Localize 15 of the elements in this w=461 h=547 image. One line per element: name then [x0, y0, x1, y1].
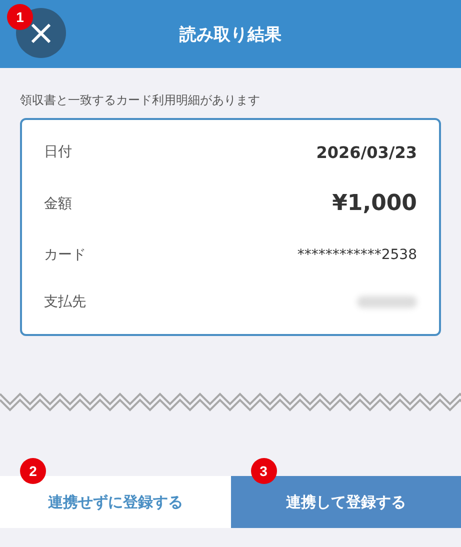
register-without-link-button[interactable]: 連携せずに登録する [0, 476, 230, 528]
step-marker: 1 [7, 4, 33, 30]
link-register-button[interactable]: 連携して登録する [230, 476, 461, 528]
detail-value: ************2538 [297, 246, 417, 263]
detail-label: 支払先 [44, 293, 86, 312]
match-message: 領収書と一致するカード利用明細があります [19, 92, 261, 109]
detail-label: 金額 [44, 194, 72, 213]
detail-value: 2026/03/23 [316, 142, 417, 162]
screen-title: 読み取り結果 [180, 24, 282, 46]
detail-label: 日付 [44, 143, 72, 162]
step-marker: 3 [250, 458, 276, 484]
detail-label: カード [44, 246, 86, 264]
blurred-value [357, 296, 417, 308]
detail-value: ¥1,000 [332, 191, 417, 216]
step-marker: 2 [20, 458, 46, 484]
